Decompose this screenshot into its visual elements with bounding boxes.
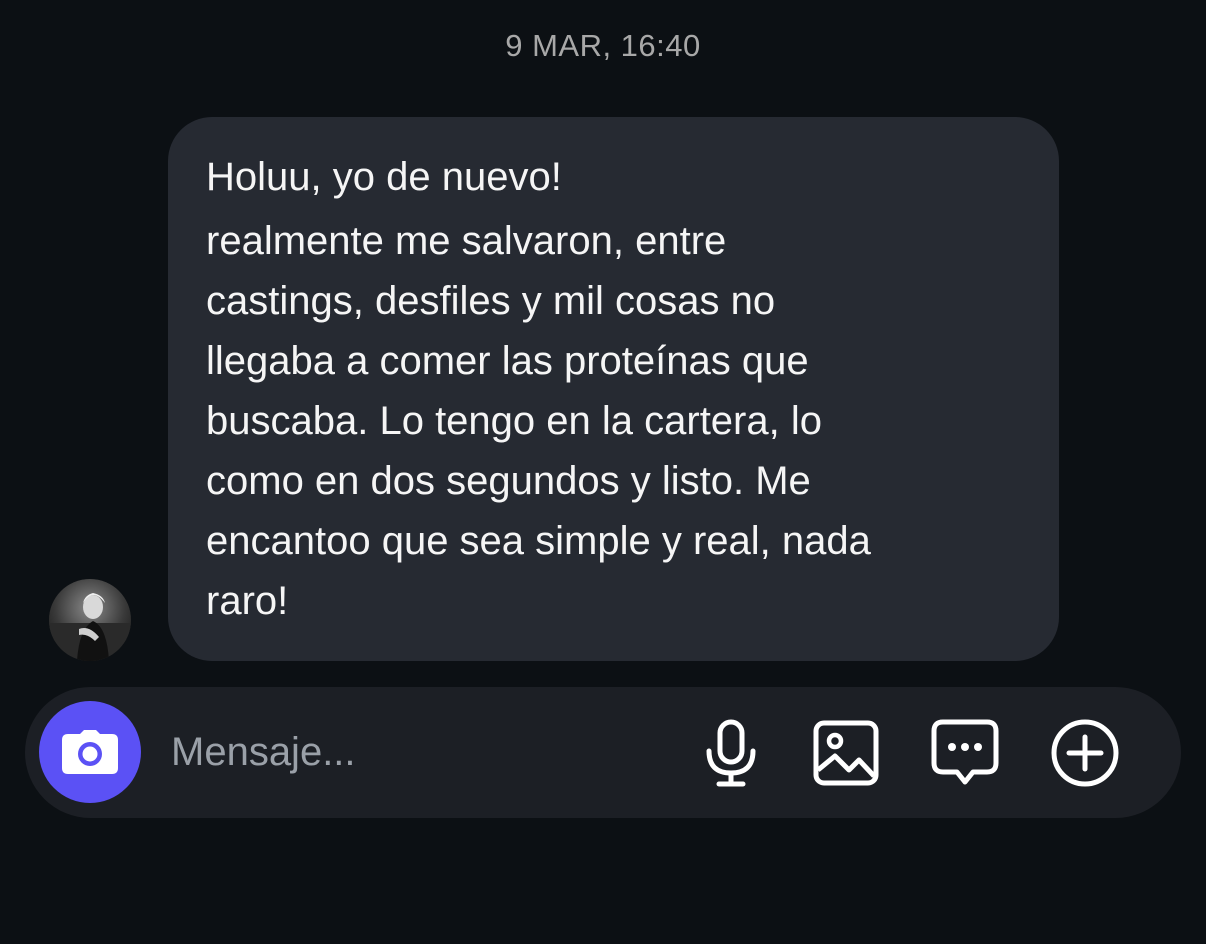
message-line: Holuu, yo de nuevo! — [206, 155, 562, 199]
microphone-icon — [706, 719, 756, 787]
plus-circle-icon — [1051, 719, 1119, 787]
sticker-button[interactable] — [929, 717, 1001, 789]
message-line: encantoo que sea simple y real, nada — [206, 519, 871, 563]
message-line: realmente me salvaron, entre — [206, 219, 727, 263]
received-message-bubble[interactable]: Holuu, yo de nuevo! realmente me salvaro… — [168, 117, 1059, 661]
camera-icon — [62, 730, 118, 774]
chat-bubble-dots-icon — [931, 719, 999, 785]
camera-button[interactable] — [39, 701, 141, 803]
more-options-button[interactable] — [1049, 717, 1121, 789]
sender-avatar[interactable] — [49, 579, 131, 661]
image-icon — [813, 720, 879, 786]
message-line: buscaba. Lo tengo en la cartera, lo — [206, 399, 822, 443]
message-line: raro! — [206, 579, 289, 623]
message-line: castings, desfiles y mil cosas no — [206, 279, 776, 323]
gallery-button[interactable] — [810, 717, 882, 789]
message-timestamp: 9 MAR, 16:40 — [505, 28, 701, 63]
message-line: como en dos segundos y listo. Me — [206, 459, 811, 503]
message-input[interactable] — [171, 719, 671, 785]
message-line: llegaba a comer las proteínas que — [206, 339, 809, 383]
message-composer — [25, 687, 1181, 818]
dm-thread-screen: 9 MAR, 16:40 Holuu, yo de nuevo! realmen… — [0, 0, 1206, 944]
voice-message-button[interactable] — [695, 717, 767, 789]
